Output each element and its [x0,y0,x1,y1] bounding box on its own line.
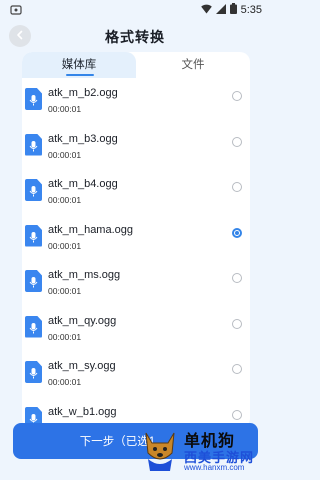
audio-file-icon [25,224,42,247]
notification-icon [10,3,22,15]
select-radio[interactable] [232,227,242,238]
select-radio[interactable] [232,318,242,329]
title-bar: 格式转换 [0,22,270,50]
list-item[interactable]: atk_m_b4.ogg 00:00:01 [22,178,250,222]
file-duration: 00:00:01 [48,149,82,160]
status-bar: 5:35 [0,0,270,18]
file-duration: 00:00:01 [48,240,82,251]
file-duration: 00:00:01 [48,286,82,296]
list-item[interactable]: atk_m_hama.ogg 00:00:01 [22,224,250,268]
select-radio[interactable] [232,273,242,283]
file-name: atk_m_b4.ogg [48,178,118,190]
list-item[interactable]: atk_m_qy.ogg 00:00:01 [22,315,250,359]
file-name: atk_w_b1.ogg [48,405,117,418]
file-name: atk_m_ms.ogg [48,269,121,281]
watermark-url: www.hanxm.com [184,463,245,472]
watermark-dog-logo [140,425,180,475]
file-card: 媒体库 文件 atk_m_b2.ogg 00:00:01 atk_m_b3.ogg 0… [22,52,250,428]
tab-bar: 媒体库 文件 [22,52,250,78]
signal-icon [215,3,226,17]
page-title: 格式转换 [105,29,165,45]
watermark: 单机狗 西美手游网 www.hanxm.com [140,425,268,477]
list-item[interactable]: atk_m_b3.ogg 00:00:01 [22,133,250,177]
file-duration: 00:00:01 [48,104,82,114]
status-right: 5:35 [200,3,262,17]
tab-files[interactable]: 文件 [136,52,250,78]
file-name: atk_m_sy.ogg [48,360,116,372]
file-list[interactable]: atk_m_b2.ogg 00:00:01 atk_m_b3.ogg 00:00:01… [22,78,250,428]
select-radio[interactable] [232,364,242,374]
list-item[interactable]: atk_m_b2.ogg 00:00:01 [22,87,250,131]
file-duration: 00:00:01 [48,377,82,387]
battery-icon [229,3,237,17]
wifi-icon [200,4,212,17]
file-name: atk_m_b3.ogg [48,132,118,145]
audio-file-icon [25,88,42,110]
audio-file-icon [25,361,42,383]
tab-indicator [66,74,94,76]
audio-file-icon [25,179,42,201]
file-duration: 00:00:01 [48,195,82,205]
file-name: atk_m_b2.ogg [48,87,118,99]
audio-file-icon [25,315,42,338]
select-radio[interactable] [232,136,242,147]
status-time: 5:35 [240,4,262,16]
file-name: atk_m_hama.ogg [48,223,133,236]
audio-file-icon [25,270,42,292]
select-radio[interactable] [232,409,242,420]
select-radio[interactable] [232,91,242,101]
list-item[interactable]: atk_m_ms.ogg 00:00:01 [22,269,250,313]
file-duration: 00:00:01 [48,331,82,342]
list-item[interactable]: atk_m_sy.ogg 00:00:01 [22,360,250,404]
file-name: atk_m_qy.ogg [48,314,117,327]
audio-file-icon [25,133,42,156]
select-radio[interactable] [232,182,242,192]
